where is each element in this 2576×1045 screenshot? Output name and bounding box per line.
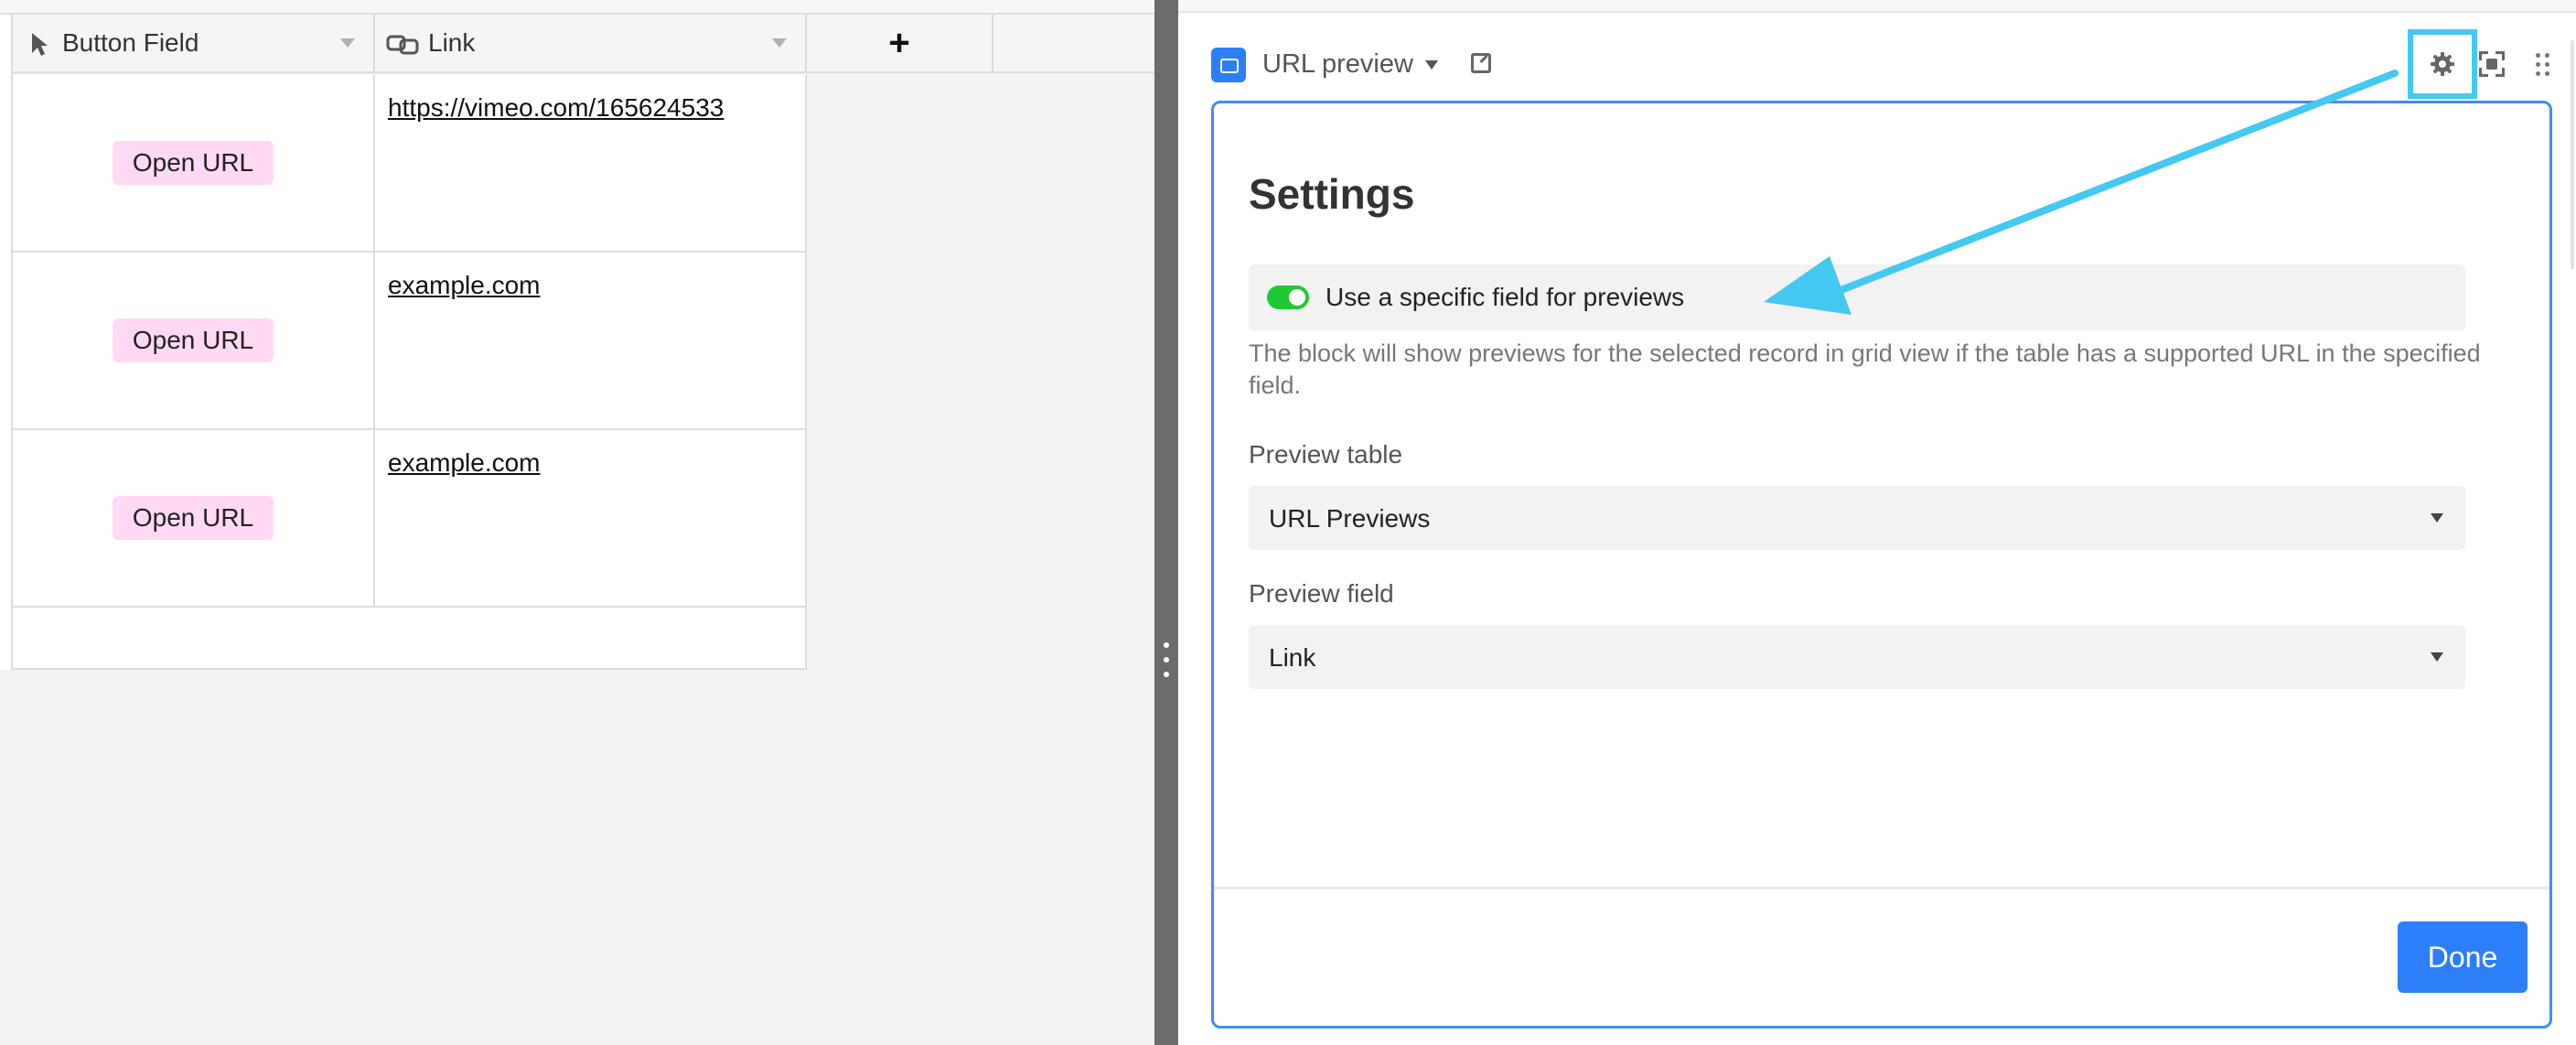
url-preview-block-icon xyxy=(1211,48,1246,82)
row-number-gutter xyxy=(0,15,13,670)
open-external-icon[interactable] xyxy=(1471,53,1491,73)
table-cell-link[interactable]: example.com xyxy=(375,253,807,430)
use-specific-field-toggle[interactable] xyxy=(1267,285,1309,309)
chevron-down-icon[interactable] xyxy=(772,38,787,48)
block-title[interactable]: URL preview xyxy=(1262,49,1413,80)
grip-dot xyxy=(1164,672,1169,677)
url-link[interactable]: example.com xyxy=(388,448,541,477)
table-cell-button: Open URL xyxy=(13,75,375,253)
grid-view: Button Field Link + Open URL https://vim… xyxy=(0,0,1154,1045)
add-field-button[interactable]: + xyxy=(807,15,993,73)
scrollbar[interactable] xyxy=(2565,13,2576,1045)
preview-field-select[interactable]: Link xyxy=(1249,625,2465,689)
preview-field-label: Preview field xyxy=(1249,579,1394,608)
scrollbar-thumb[interactable] xyxy=(2571,40,2574,269)
block-panel: URL preview Settings Use a specific fiel… xyxy=(1178,0,2576,1045)
corner xyxy=(2496,68,2505,77)
preview-table-label: Preview table xyxy=(1249,440,1403,469)
chevron-down-icon[interactable] xyxy=(340,38,355,48)
chevron-down-icon xyxy=(2431,513,2443,522)
panel-top-bar xyxy=(1178,0,2576,13)
column-header-link[interactable]: Link xyxy=(375,15,807,73)
table-cell-button: Open URL xyxy=(13,430,375,608)
table-cell-link[interactable]: example.com xyxy=(375,430,807,608)
expand-icon[interactable] xyxy=(2479,51,2505,77)
chevron-down-icon[interactable] xyxy=(1425,60,1438,70)
open-url-button[interactable]: Open URL xyxy=(112,141,274,185)
url-link[interactable]: example.com xyxy=(388,271,541,299)
grid-top-bar xyxy=(0,0,1154,15)
toggle-label: Use a specific field for previews xyxy=(1326,283,1685,311)
grip-dot xyxy=(1164,642,1169,648)
preview-table-select[interactable]: URL Previews xyxy=(1249,486,2465,550)
settings-heading: Settings xyxy=(1249,170,1415,218)
column-header-label: Link xyxy=(428,28,476,57)
open-url-button[interactable]: Open URL xyxy=(112,318,274,362)
table-cell-link[interactable]: https://vimeo.com/165624533 xyxy=(375,75,807,253)
open-url-button[interactable]: Open URL xyxy=(112,496,274,540)
settings-card: Settings Use a specific field for previe… xyxy=(1211,101,2552,1029)
header-filler xyxy=(993,15,1154,73)
column-header-button-field[interactable]: Button Field xyxy=(13,15,375,73)
chevron-down-icon xyxy=(2431,652,2443,662)
table-cell-button: Open URL xyxy=(13,253,375,430)
expand-center xyxy=(2486,59,2497,70)
plus-icon: + xyxy=(888,23,910,63)
link-icon xyxy=(386,35,419,55)
toggle-knob xyxy=(1289,289,1305,306)
gear-icon[interactable] xyxy=(2430,51,2455,77)
grid-footer-row xyxy=(13,608,807,670)
select-value: URL Previews xyxy=(1269,504,1431,533)
panel-resize-handle[interactable] xyxy=(1154,0,1178,1045)
url-link[interactable]: https://vimeo.com/165624533 xyxy=(388,93,724,122)
help-text: The block will show previews for the sel… xyxy=(1249,339,2481,399)
grip-dot xyxy=(1164,657,1169,663)
column-header-label: Button Field xyxy=(62,28,199,57)
footer-divider xyxy=(1214,887,2549,889)
select-value: Link xyxy=(1269,643,1316,672)
drag-handle-icon[interactable] xyxy=(2536,53,2550,77)
done-button[interactable]: Done xyxy=(2398,921,2528,993)
cursor-icon xyxy=(32,33,48,56)
use-specific-field-toggle-row[interactable]: Use a specific field for previews xyxy=(1249,264,2465,330)
